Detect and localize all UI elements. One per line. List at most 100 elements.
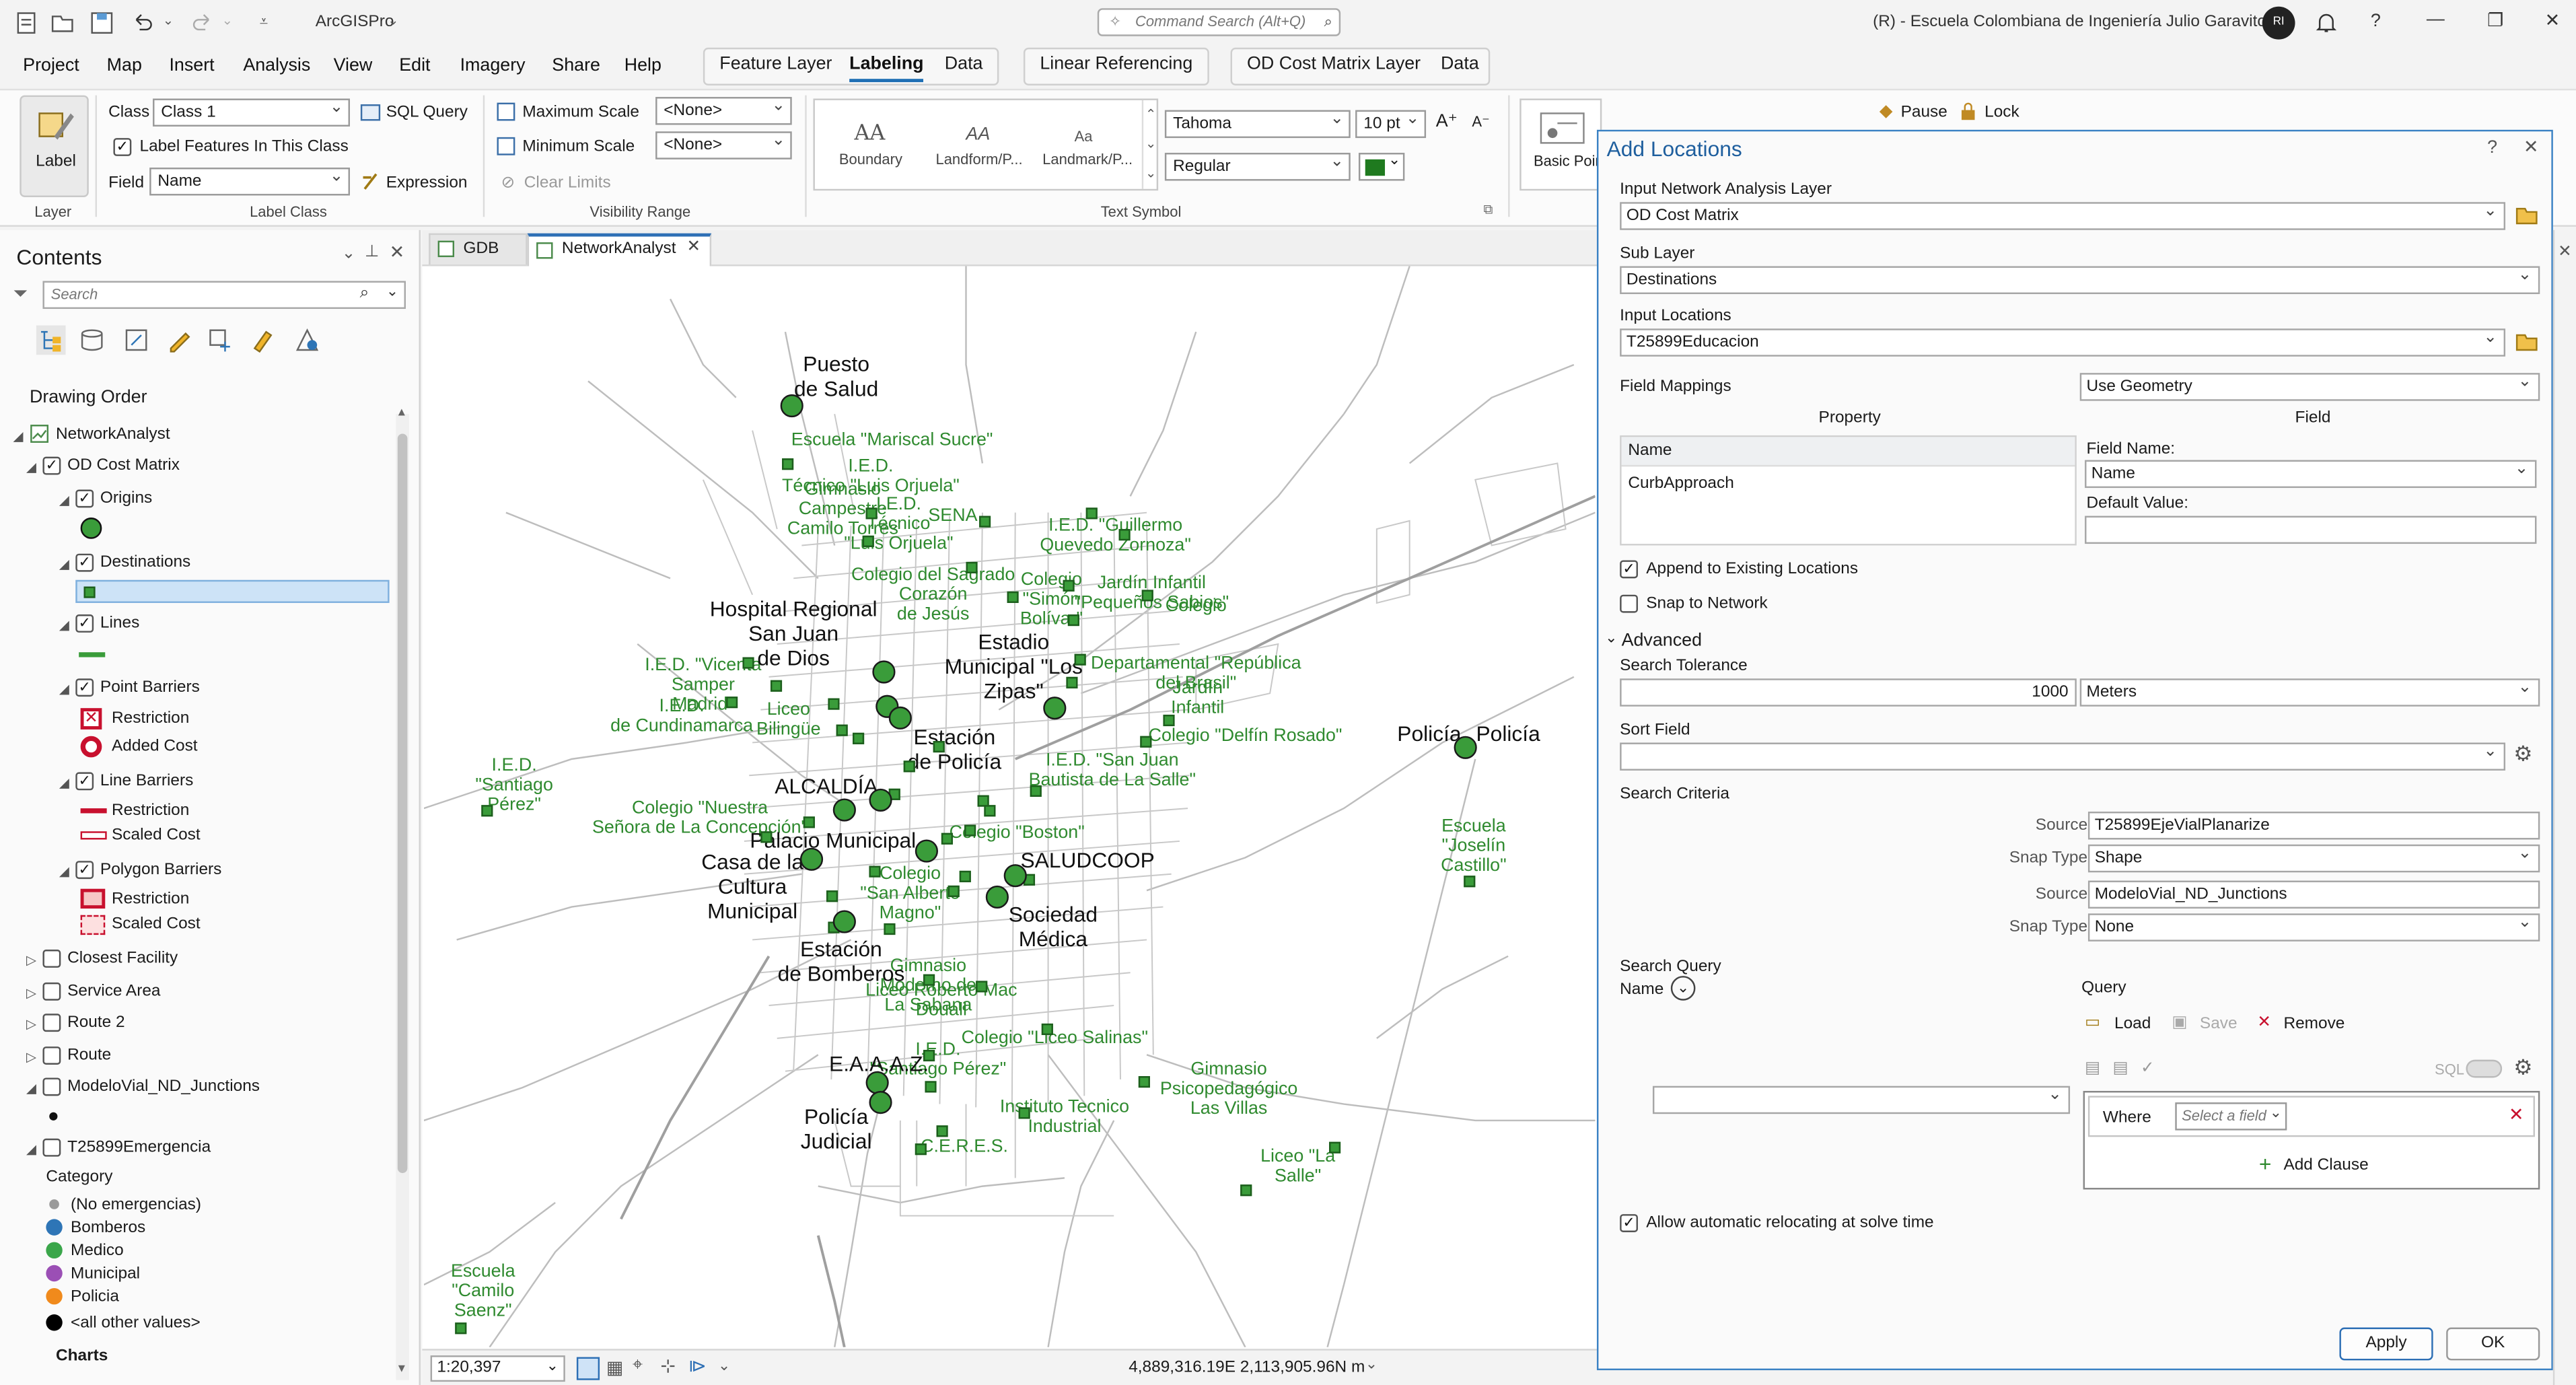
- text-symbol-gallery[interactable]: AA Boundary AA Landform/P... Aa Landmark…: [813, 98, 1159, 191]
- apply-button[interactable]: Apply: [2339, 1327, 2433, 1361]
- layer-lines[interactable]: Lines: [100, 614, 139, 633]
- menu-project[interactable]: Project: [23, 56, 79, 75]
- list-by-snapping-icon[interactable]: [207, 327, 234, 353]
- close-button[interactable]: ✕: [2545, 10, 2561, 31]
- save-icon[interactable]: [89, 10, 115, 36]
- minimize-button[interactable]: —: [2427, 10, 2445, 30]
- close-icon[interactable]: ✕: [2524, 137, 2539, 157]
- layer-polygon-barriers[interactable]: Polygon Barriers: [100, 861, 221, 879]
- notifications-bell-icon[interactable]: [2313, 10, 2339, 36]
- layer-route-2[interactable]: Route 2: [67, 1014, 125, 1032]
- contents-scrollbar[interactable]: ▲ ▼: [396, 407, 409, 1380]
- query-view-icon[interactable]: ▤: [2085, 1060, 2100, 1078]
- query-edit-icon[interactable]: ▤: [2113, 1060, 2128, 1078]
- advanced-expander-icon[interactable]: ⌄: [1605, 629, 1617, 647]
- lines-symbol[interactable]: [79, 652, 106, 658]
- font-dropdown[interactable]: Tahoma: [1164, 107, 1351, 139]
- pin-icon[interactable]: ⊥: [365, 243, 379, 261]
- minimum-scale-dropdown[interactable]: <None>: [655, 128, 792, 159]
- layer-od-cost-matrix[interactable]: OD Cost Matrix: [67, 457, 180, 475]
- load-button[interactable]: Load: [2114, 1016, 2151, 1034]
- modelovial-checkbox[interactable]: [42, 1077, 61, 1096]
- sql-toggle[interactable]: [2466, 1059, 2503, 1078]
- map-canvas[interactable]: Escuela "Mariscal Sucre" I.E.D. Técnico "…: [423, 266, 1596, 1347]
- list-by-editing-icon[interactable]: [166, 327, 192, 353]
- expression-button[interactable]: Expression: [386, 174, 468, 192]
- expand-caret-icon[interactable]: ◢: [59, 775, 69, 790]
- boundary-style-swatch[interactable]: AA: [854, 122, 885, 147]
- landform-style-swatch[interactable]: AA: [966, 125, 991, 145]
- filter-icon[interactable]: ⏷: [13, 284, 28, 306]
- sql-query-button[interactable]: SQL Query: [386, 104, 468, 122]
- expand-caret-icon[interactable]: ◢: [26, 460, 36, 475]
- style-boundary[interactable]: Boundary: [818, 151, 923, 168]
- menu-share[interactable]: Share: [552, 56, 600, 75]
- list-by-drawing-order-icon[interactable]: [36, 325, 66, 355]
- expand-caret-icon[interactable]: ◢: [59, 864, 69, 879]
- input-network-analysis-layer-dropdown[interactable]: OD Cost Matrix: [1620, 202, 2506, 230]
- placement-gallery[interactable]: Basic Point: [1519, 98, 1608, 191]
- tab-od-cost-matrix-layer[interactable]: OD Cost Matrix Layer: [1247, 55, 1421, 74]
- polygon-barriers-checkbox[interactable]: ✓: [75, 861, 94, 880]
- maximum-scale-dropdown[interactable]: <None>: [655, 94, 792, 125]
- verify-check-icon[interactable]: ✓: [2141, 1060, 2154, 1078]
- expand-caret-icon[interactable]: ◢: [26, 1081, 36, 1096]
- expand-caret-icon[interactable]: ◢: [13, 429, 24, 443]
- service-area-checkbox[interactable]: [42, 982, 61, 1001]
- grid-icon[interactable]: ▦: [606, 1357, 623, 1378]
- class-dropdown[interactable]: Class 1: [153, 96, 351, 127]
- pane-options-icon[interactable]: ⌄: [342, 245, 355, 263]
- undo-icon[interactable]: [130, 10, 156, 36]
- gallery-scroll-arrows[interactable]: ⌃ ⌄ ⌄: [1141, 100, 1158, 189]
- map-scale-dropdown[interactable]: 1:20,397 ⌄: [430, 1355, 565, 1382]
- save-button[interactable]: Save: [2200, 1016, 2238, 1034]
- field-name-dropdown[interactable]: Name: [2085, 460, 2537, 489]
- label-features-checkbox[interactable]: ✓: [113, 138, 132, 156]
- dialog-launcher-icon[interactable]: ⧉: [1484, 202, 1493, 218]
- menu-map[interactable]: Map: [107, 56, 142, 75]
- tab-linear-referencing[interactable]: Linear Referencing: [1040, 55, 1192, 74]
- undo-dropdown-icon[interactable]: ⌄: [163, 13, 174, 28]
- close-tab-icon[interactable]: ✕: [686, 238, 700, 256]
- added-cost-symbol-icon[interactable]: [80, 736, 102, 758]
- pause-button[interactable]: Pause: [1901, 104, 1947, 122]
- tab-od-data[interactable]: Data: [1441, 55, 1479, 74]
- help-icon[interactable]: ?: [2371, 11, 2381, 31]
- layer-point-barriers[interactable]: Point Barriers: [100, 678, 200, 697]
- line-scaled-cost-symbol[interactable]: [80, 831, 107, 840]
- tab-gdb[interactable]: GDB: [429, 233, 528, 265]
- coordinate-units-dropdown-icon[interactable]: ⌄: [1365, 1355, 1378, 1374]
- sub-layer-dropdown[interactable]: Destinations: [1620, 266, 2540, 294]
- command-search-input[interactable]: ✧ Command Search (Alt+Q) ⌕: [1097, 8, 1341, 36]
- scroll-down-icon[interactable]: ▼: [396, 1363, 407, 1375]
- origins-checkbox[interactable]: ✓: [75, 489, 94, 508]
- collapse-caret-icon[interactable]: ▷: [26, 1050, 36, 1065]
- field-mappings-dropdown[interactable]: Use Geometry: [2079, 373, 2540, 401]
- layer-t25899-emergencia[interactable]: T25899Emergencia: [67, 1139, 211, 1157]
- list-by-perspective-imagery-icon[interactable]: [294, 327, 320, 353]
- browse-folder-icon[interactable]: [2515, 205, 2538, 225]
- expand-name-icon[interactable]: ⌄: [1670, 976, 1696, 1001]
- lines-checkbox[interactable]: ✓: [75, 614, 94, 633]
- policia-symbol[interactable]: [46, 1287, 63, 1305]
- menu-insert[interactable]: Insert: [169, 56, 214, 75]
- line-restriction-symbol[interactable]: [80, 808, 107, 814]
- layer-line-barriers[interactable]: Line Barriers: [100, 772, 193, 790]
- search-tolerance-units-dropdown[interactable]: Meters: [2079, 678, 2540, 707]
- destinations-symbol-row[interactable]: [75, 579, 390, 603]
- tab-data[interactable]: Data: [945, 55, 983, 74]
- layer-service-area[interactable]: Service Area: [67, 983, 160, 1001]
- municipal-symbol[interactable]: [46, 1265, 63, 1282]
- criteria-snap-type-1[interactable]: Shape: [2087, 844, 2540, 873]
- od-cost-matrix-checkbox[interactable]: ✓: [42, 456, 61, 475]
- layer-destinations[interactable]: Destinations: [100, 554, 190, 572]
- browse-folder-icon[interactable]: [2515, 332, 2538, 351]
- criteria-source-2[interactable]: ModeloVial_ND_Junctions: [2087, 880, 2540, 909]
- chevron-down-icon[interactable]: ⌄: [718, 1357, 730, 1375]
- project-dropdown-icon[interactable]: ⌄: [388, 13, 398, 28]
- pause-drawing-icon[interactable]: ⧐: [688, 1355, 707, 1376]
- list-by-selection-icon[interactable]: [123, 327, 149, 353]
- origins-symbol[interactable]: [80, 518, 102, 539]
- polygon-scaled-cost-symbol[interactable]: [80, 915, 106, 935]
- layer-modelovial-nd-junctions[interactable]: ModeloVial_ND_Junctions: [67, 1077, 260, 1096]
